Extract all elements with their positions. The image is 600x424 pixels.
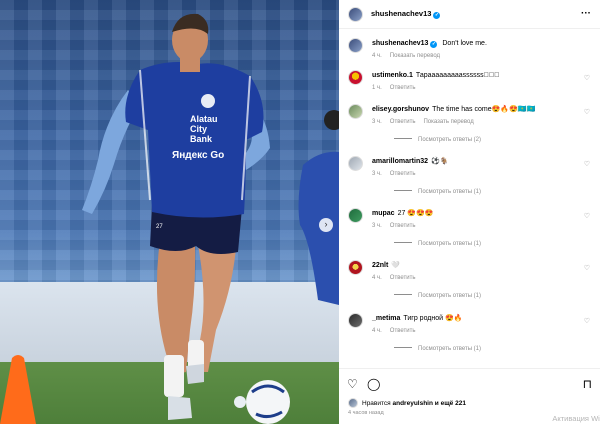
comment-time: 3 ч. xyxy=(372,119,382,125)
caption-text: Don't love me. xyxy=(442,40,487,47)
commenter-avatar[interactable] xyxy=(348,156,363,171)
translate-link[interactable]: Показать перевод xyxy=(423,119,473,125)
author-username[interactable]: shushenachev13 ✓ xyxy=(371,9,441,19)
view-replies[interactable]: Посмотреть ответы (1) xyxy=(394,292,577,301)
view-replies[interactable]: Посмотреть ответы (1) xyxy=(394,240,577,249)
bookmark-icon[interactable]: ⊓ xyxy=(583,377,592,391)
comment-username[interactable]: elisey.gorshunov xyxy=(372,106,429,113)
post-header: shushenachev13 ✓ ··· xyxy=(339,0,600,29)
player-illustration: 27 Alatau City Bank Яндекс Go xyxy=(0,13,339,424)
comment-time: 1 ч. xyxy=(372,85,382,91)
translate-link[interactable]: Показать перевод xyxy=(390,53,440,59)
reply-link[interactable]: Ответить xyxy=(390,85,416,91)
commenter-avatar[interactable] xyxy=(348,208,363,223)
reply-link[interactable]: Ответить xyxy=(390,223,416,229)
commenter-avatar[interactable] xyxy=(348,104,363,119)
comments-panel: shushenachev13 ✓ ··· shushenachev13 ✓ Don'… xyxy=(339,0,600,424)
caption-time: 4 ч. xyxy=(372,53,382,59)
liked-by-prefix: Нравится xyxy=(362,399,391,407)
background-player xyxy=(298,151,339,305)
comment-username[interactable]: _metima xyxy=(372,315,400,322)
training-cone xyxy=(0,355,36,424)
comment-username[interactable]: amarillomartin32 xyxy=(372,158,428,165)
comments-list[interactable]: shushenachev13 ✓ Don't love me. 4 ч. Показ… xyxy=(339,30,600,368)
commenter-avatar[interactable] xyxy=(348,313,363,328)
comment-text: ⚽️🐐 xyxy=(431,158,449,165)
left-sock xyxy=(164,355,184,397)
heart-icon[interactable]: ♡ xyxy=(347,377,358,391)
comment-time: 3 ч. xyxy=(372,223,382,229)
jersey-sponsor2: Яндекс Go xyxy=(172,150,224,161)
comment-text: Тигр родной 😍🔥 xyxy=(403,315,463,322)
liker-avatar xyxy=(348,398,358,408)
view-replies[interactable]: Посмотреть ответы (2) xyxy=(394,136,577,145)
post-photo: 27 Alatau City Bank Яндекс Go › xyxy=(0,0,339,424)
team-crest xyxy=(201,94,215,108)
caption-username[interactable]: shushenachev13 ✓ xyxy=(372,40,438,48)
more-dots-icon[interactable]: ··· xyxy=(581,8,591,19)
windows-activation-watermark: Активация Win xyxy=(552,414,600,423)
post-actions: ♡ ◯ ⊓ Нравится andreyulshin и ещё 221 4 … xyxy=(339,368,600,424)
heart-icon[interactable]: ♡ xyxy=(584,160,590,168)
heart-icon[interactable]: ♡ xyxy=(584,317,590,325)
verified-badge-icon: ✓ xyxy=(433,12,441,19)
next-photo-button[interactable]: › xyxy=(319,218,333,232)
likes-summary[interactable]: Нравится andreyulshin и ещё 221 xyxy=(348,398,466,408)
svg-text:Alatau: Alatau xyxy=(190,114,218,124)
commenter-avatar[interactable] xyxy=(348,260,363,275)
heart-icon[interactable]: ♡ xyxy=(584,264,590,272)
comment-username[interactable]: 22nlt xyxy=(372,262,388,269)
reply-link[interactable]: Ответить xyxy=(390,171,416,177)
comment-icon[interactable]: ◯ xyxy=(367,377,380,391)
comment-text: 🤍 xyxy=(391,262,401,269)
heart-icon[interactable]: ♡ xyxy=(584,108,590,116)
comment-text: The time has come😍🔥😍🇰🇿🇰🇿 xyxy=(432,106,536,113)
author-avatar[interactable] xyxy=(348,38,363,53)
comment-text: 27 😍😍😍 xyxy=(397,210,434,217)
view-replies[interactable]: Посмотреть ответы (1) xyxy=(394,188,577,197)
reply-link[interactable]: Ответить xyxy=(390,275,416,281)
comment-time: 4 ч. xyxy=(372,275,382,281)
comment-text: Тараааааааааssssss🏻🏻🏻 xyxy=(415,72,500,79)
reply-link[interactable]: Ответить xyxy=(390,119,416,125)
svg-text:Bank: Bank xyxy=(190,134,213,144)
verified-badge-icon: ✓ xyxy=(430,41,438,48)
comment-time: 4 ч. xyxy=(372,328,382,334)
view-replies[interactable]: Посмотреть ответы (1) xyxy=(394,345,577,354)
reply-link[interactable]: Ответить xyxy=(390,328,416,334)
comment-time: 3 ч. xyxy=(372,171,382,177)
liked-by-user[interactable]: andreyulshin xyxy=(393,400,433,407)
heart-icon[interactable]: ♡ xyxy=(584,212,590,220)
author-avatar[interactable] xyxy=(348,6,363,22)
chevron-right-icon: › xyxy=(324,219,328,229)
post-time: 4 часов назад xyxy=(348,410,384,416)
svg-text:City: City xyxy=(190,124,207,134)
heart-icon[interactable]: ♡ xyxy=(584,74,590,82)
shorts-number: 27 xyxy=(156,224,163,230)
liked-by-suffix[interactable]: и ещё 221 xyxy=(435,400,466,407)
comment-username[interactable]: mupac xyxy=(372,210,395,217)
comment-username[interactable]: ustimenko.1 xyxy=(372,72,413,79)
commenter-avatar[interactable] xyxy=(348,70,363,85)
